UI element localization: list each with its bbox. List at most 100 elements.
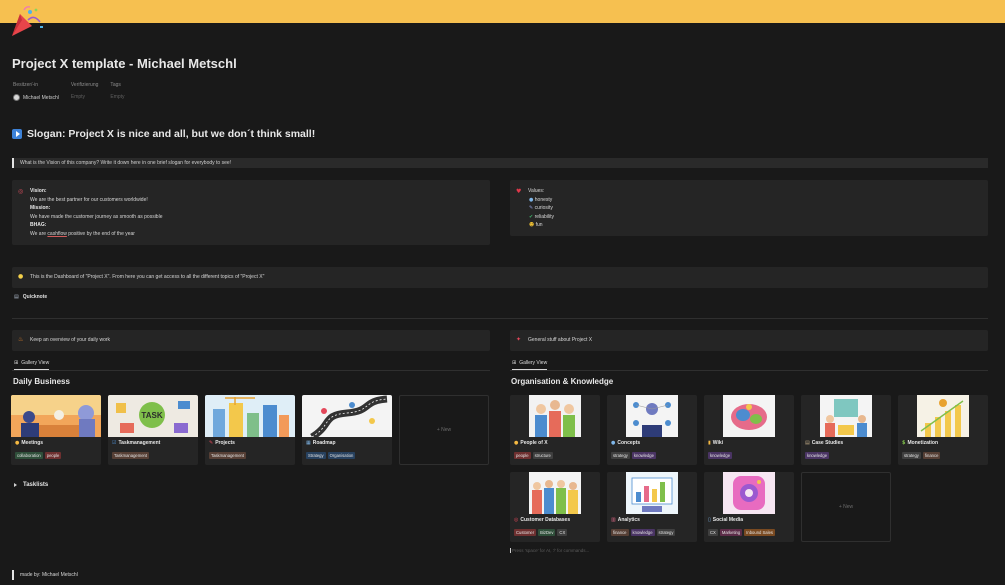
slogan-heading[interactable]: Slogan: Project X is nice and all, but w… [12, 128, 315, 140]
card-title: ▦ Roadmap [306, 440, 336, 446]
heart-icon: ♥ [516, 188, 522, 195]
money-icon: $ [902, 440, 906, 446]
new-card-button-org[interactable]: + New [801, 472, 891, 542]
tag: collaboration [15, 452, 43, 459]
card-projects[interactable]: ✎ Projects Taskmanagement [205, 395, 295, 465]
smile-icon: ☻ [529, 222, 535, 229]
new-card-button-daily[interactable]: + New [399, 395, 489, 465]
general-stuff-callout[interactable]: ✦ General stuff about Project X [510, 330, 988, 351]
quicknote-link[interactable]: ▤ Quicknote [14, 294, 47, 300]
checkbox-icon: ☑ [112, 440, 117, 446]
card-social-media[interactable]: ▯ Social Media CX Marketing Inbound Sales [704, 472, 794, 542]
verification-value[interactable]: Empty [71, 94, 99, 100]
page-title[interactable]: Project X template - Michael Metschl [12, 56, 237, 71]
divider [12, 370, 490, 371]
card-case-studies[interactable]: ▤ Case Studies knowledge [801, 395, 891, 465]
tags-value[interactable]: Empty [110, 94, 124, 100]
book-icon: ▮ [708, 440, 711, 446]
gallery-view-tab-daily[interactable]: ⊞ Gallery View [14, 360, 50, 370]
vision-label: Vision: [30, 188, 47, 194]
card-tags: finance knowledge strategy [611, 529, 676, 536]
tag: knowledge [631, 452, 656, 459]
card-tags: CX Marketing Inbound Sales [708, 529, 775, 536]
tag: strategy [656, 529, 676, 536]
lightbulb-icon: ● [18, 273, 24, 280]
org-knowledge-title[interactable]: Organisation & Knowledge [511, 377, 613, 386]
card-title: ✎ Projects [209, 440, 235, 446]
verification-property[interactable]: Verifizierung Empty [71, 82, 99, 101]
general-stuff-text: General stuff about Project X [528, 337, 593, 343]
tags-property[interactable]: Tags Empty [110, 82, 124, 101]
party-popper-icon[interactable] [10, 6, 46, 38]
divider [12, 318, 988, 319]
card-tags: Taskmanagement [209, 452, 247, 459]
owner-name: Michael Metschl [23, 94, 59, 101]
pencil-icon: ✎ [209, 440, 214, 446]
value-item-reliability: ✔ reliability [529, 213, 555, 220]
tag: knowledge [805, 452, 830, 459]
owner-label: Besitzer/-in [13, 82, 39, 88]
vision-quote[interactable]: What is the Vision of this company? Writ… [12, 158, 988, 168]
roadmap-image [302, 395, 392, 437]
meetings-image [11, 395, 101, 437]
card-tags: collaboration people [15, 452, 62, 459]
dashboard-text: This is the Dashboard of "Project X". Fr… [30, 274, 265, 280]
tag: Customer [514, 529, 537, 536]
card-tags: Taskmanagement [112, 452, 150, 459]
card-concepts[interactable]: ● Concepts strategy knowledge [607, 395, 697, 465]
wiki-image [704, 395, 794, 437]
owner-value[interactable]: Michael Metschl [13, 94, 59, 101]
tag: strategy [611, 452, 630, 459]
values-callout[interactable]: ♥ Values: ● honesty ✎ curiosity ✔ reliab… [510, 180, 988, 236]
tag: knowledge [708, 452, 733, 459]
card-title: ● Concepts [611, 440, 641, 446]
tags-label: Tags [110, 82, 121, 88]
tag: finance [611, 529, 629, 536]
value-item-curiosity: ✎ curiosity [529, 205, 553, 212]
verification-label: Verifizierung [70, 82, 99, 88]
daily-business-title[interactable]: Daily Business [13, 377, 70, 386]
toggle-arrow-icon[interactable] [14, 483, 17, 487]
tag: Taskmanagement [112, 452, 150, 459]
owner-property[interactable]: Besitzer/-in Michael Metschl [13, 82, 59, 101]
tag: CX [557, 529, 568, 536]
card-analytics[interactable]: ▥ Analytics finance knowledge strategy [607, 472, 697, 542]
values-label: Values: [528, 188, 545, 194]
bhag-label: BHAG: [30, 222, 47, 229]
avatar [13, 94, 20, 101]
gallery-view-label: Gallery View [519, 360, 548, 366]
fire-icon: ♨ [18, 336, 24, 343]
analytics-image [607, 472, 697, 514]
card-tags: Strategy Organisation [306, 452, 356, 459]
card-people-of-x[interactable]: ● People of X people structure [510, 395, 600, 465]
card-title: ▥ Analytics [611, 517, 640, 523]
slogan-text: Slogan: Project X is nice and all, but w… [27, 128, 316, 140]
footer-credit: made by: Michael Metschl [12, 570, 78, 580]
daily-work-callout[interactable]: ♨ Keep an overview of your daily work [12, 330, 490, 351]
play-button-icon [12, 129, 22, 139]
card-meetings[interactable]: ● Meetings collaboration people [11, 395, 101, 465]
vision-callout[interactable]: ◎ Vision: We are the best partner for ou… [12, 180, 490, 245]
card-monetization[interactable]: $ Monetization strategy finance [898, 395, 988, 465]
card-taskmanagement[interactable]: TASK ☑ Taskmanagement Taskmanagement [108, 395, 198, 465]
tasklists-toggle[interactable]: Tasklists [14, 482, 48, 488]
card-title: ● Meetings [15, 440, 44, 446]
people-icon: ● [514, 440, 519, 446]
empty-block-placeholder[interactable]: Press 'space' for AI, '/' for commands..… [510, 548, 589, 553]
card-roadmap[interactable]: ▦ Roadmap Strategy Organisation [302, 395, 392, 465]
page-properties: Besitzer/-in Michael Metschl Verifizieru… [13, 82, 125, 101]
tag: Strategy [306, 452, 326, 459]
gallery-view-tab-org[interactable]: ⊞ Gallery View [512, 360, 548, 370]
tag: strategy [902, 452, 921, 459]
dashboard-callout[interactable]: ● This is the Dashboard of "Project X". … [12, 267, 988, 288]
card-title: ◎ Customer Databases [514, 517, 571, 523]
pushpin-icon: ✦ [516, 336, 522, 343]
target-icon: ◎ [18, 188, 24, 195]
mission-label: Mission: [30, 205, 51, 212]
value-item-fun: ☻ fun [529, 222, 543, 229]
card-wiki[interactable]: ▮ Wiki knowledge [704, 395, 794, 465]
speech-bubble-icon: ● [529, 196, 534, 203]
card-customer-databases[interactable]: ◎ Customer Databases Customer BizDev CX [510, 472, 600, 542]
card-title: $ Monetization [902, 440, 939, 446]
mission-text: We have made the customer journey as smo… [30, 213, 163, 220]
